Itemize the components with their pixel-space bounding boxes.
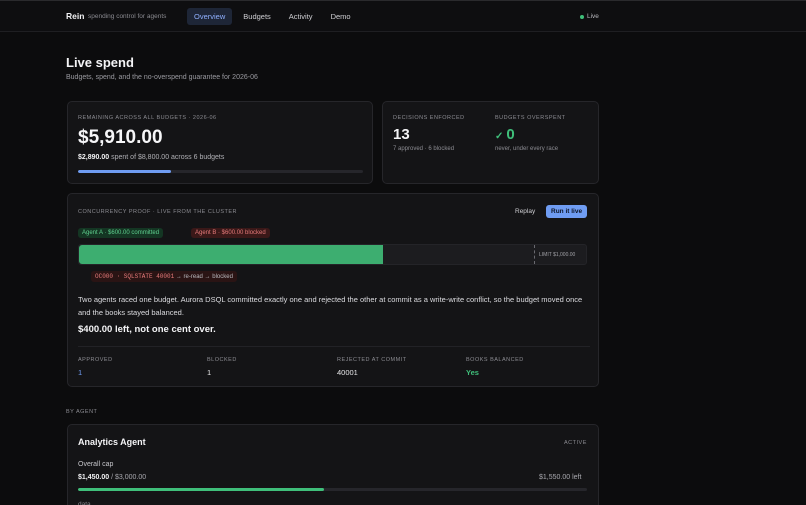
agent-left: $1,550.00 left bbox=[539, 474, 582, 481]
stat-blocked: BLOCKED 1 bbox=[207, 357, 237, 377]
overspent-label: BUDGETS OVERSPENT bbox=[495, 115, 566, 121]
stat-label: REJECTED AT COMMIT bbox=[337, 357, 407, 363]
stat-label: BLOCKED bbox=[207, 357, 237, 363]
cap-label: Overall cap bbox=[78, 461, 114, 468]
stat-books-balanced: BOOKS BALANCED Yes bbox=[466, 357, 524, 377]
live-indicator: Live bbox=[580, 13, 599, 20]
spent-summary: $2,890.00 spent of $8,800.00 across 6 bu… bbox=[78, 154, 224, 161]
race-bar: LIMIT $1,000.00 bbox=[78, 244, 587, 265]
nav-activity[interactable]: Activity bbox=[282, 8, 320, 25]
cap-amounts: $1,450.00 / $3,000.00 bbox=[78, 474, 146, 481]
decisions-label: DECISIONS ENFORCED bbox=[393, 115, 465, 121]
overspent-value-row: ✓ 0 bbox=[495, 126, 566, 143]
remaining-card: REMAINING ACROSS ALL BUDGETS · 2026-06 $… bbox=[67, 101, 373, 184]
decisions-value: 13 bbox=[393, 126, 410, 143]
stat-value: 1 bbox=[78, 368, 83, 377]
nav-overview[interactable]: Overview bbox=[187, 8, 233, 25]
nav-demo[interactable]: Demo bbox=[324, 8, 358, 25]
agent-progress-fill bbox=[78, 488, 324, 491]
nav-budgets[interactable]: Budgets bbox=[236, 8, 278, 25]
stat-label: APPROVED bbox=[78, 357, 113, 363]
decisions-card: DECISIONS ENFORCED 13 7 approved · 6 blo… bbox=[382, 101, 599, 184]
remaining-amount: $5,910.00 bbox=[78, 127, 163, 148]
stat-value: Yes bbox=[466, 368, 479, 377]
agent-card[interactable]: Analytics Agent ACTIVE Overall cap $1,45… bbox=[67, 424, 599, 505]
overspent-col: BUDGETS OVERSPENT ✓ 0 never, under every … bbox=[495, 115, 566, 152]
live-label: Live bbox=[587, 13, 599, 20]
error-code: OC000 · SQLSTATE 40001 bbox=[95, 273, 175, 280]
check-icon: ✓ bbox=[495, 131, 504, 142]
agent-b-badge: Agent B · $600.00 blocked bbox=[191, 228, 270, 238]
overspent-value: 0 bbox=[506, 126, 515, 143]
overspent-detail: never, under every race bbox=[495, 146, 559, 152]
replay-button[interactable]: Replay bbox=[510, 205, 540, 218]
top-bar: Rein spending control for agents Overvie… bbox=[0, 0, 806, 32]
error-badge: OC000 · SQLSTATE 40001 → re-read → block… bbox=[91, 271, 237, 282]
main-nav: Overview Budgets Activity Demo bbox=[187, 8, 358, 25]
concurrency-paragraph: Two agents raced one budget. Aurora DSQL… bbox=[78, 295, 583, 317]
brand-logo[interactable]: Rein bbox=[66, 11, 84, 21]
agent-a-badge: Agent A · $600.00 committed bbox=[78, 228, 164, 238]
concurrency-title: CONCURRENCY PROOF · LIVE FROM THE CLUSTE… bbox=[78, 209, 238, 215]
agent-progress-bar bbox=[78, 488, 587, 491]
error-rest: → re-read → blocked bbox=[174, 274, 233, 280]
divider bbox=[78, 346, 590, 347]
remaining-label: REMAINING ACROSS ALL BUDGETS · 2026-06 bbox=[78, 115, 217, 121]
agent-name: Analytics Agent bbox=[78, 437, 146, 447]
remaining-progress-fill bbox=[78, 170, 172, 173]
decisions-detail: 7 approved · 6 blocked bbox=[393, 146, 455, 152]
stat-approved: APPROVED 1 bbox=[78, 357, 113, 377]
agent-status: ACTIVE bbox=[564, 440, 587, 446]
spent-rest: spent of $8,800.00 across 6 budgets bbox=[109, 154, 225, 161]
live-dot-icon bbox=[580, 14, 584, 19]
race-bar-fill bbox=[79, 245, 384, 264]
brand-tagline: spending control for agents bbox=[88, 13, 167, 20]
stat-value: 40001 bbox=[337, 368, 358, 377]
agent-spent: $1,450.00 bbox=[78, 474, 110, 481]
stat-label: BOOKS BALANCED bbox=[466, 357, 524, 363]
concurrency-summary: $400.00 left, not one cent over. bbox=[78, 324, 216, 335]
stat-rejected: REJECTED AT COMMIT 40001 bbox=[337, 357, 407, 377]
stat-value: 1 bbox=[207, 368, 212, 377]
agent-sub-label: data bbox=[78, 501, 91, 505]
by-agent-heading: BY AGENT bbox=[66, 409, 98, 415]
limit-line bbox=[534, 245, 535, 264]
decisions-col: DECISIONS ENFORCED 13 7 approved · 6 blo… bbox=[393, 115, 465, 152]
limit-label: LIMIT $1,000.00 bbox=[539, 252, 576, 258]
concurrency-card: CONCURRENCY PROOF · LIVE FROM THE CLUSTE… bbox=[67, 193, 599, 387]
agent-cap: / $3,000.00 bbox=[109, 474, 147, 481]
remaining-progress-bar bbox=[78, 170, 363, 173]
spent-amount: $2,890.00 bbox=[78, 154, 110, 161]
page-title: Live spend bbox=[66, 55, 134, 70]
page-subtitle: Budgets, spend, and the no-overspend gua… bbox=[66, 74, 258, 81]
run-live-button[interactable]: Run it live bbox=[546, 205, 588, 218]
